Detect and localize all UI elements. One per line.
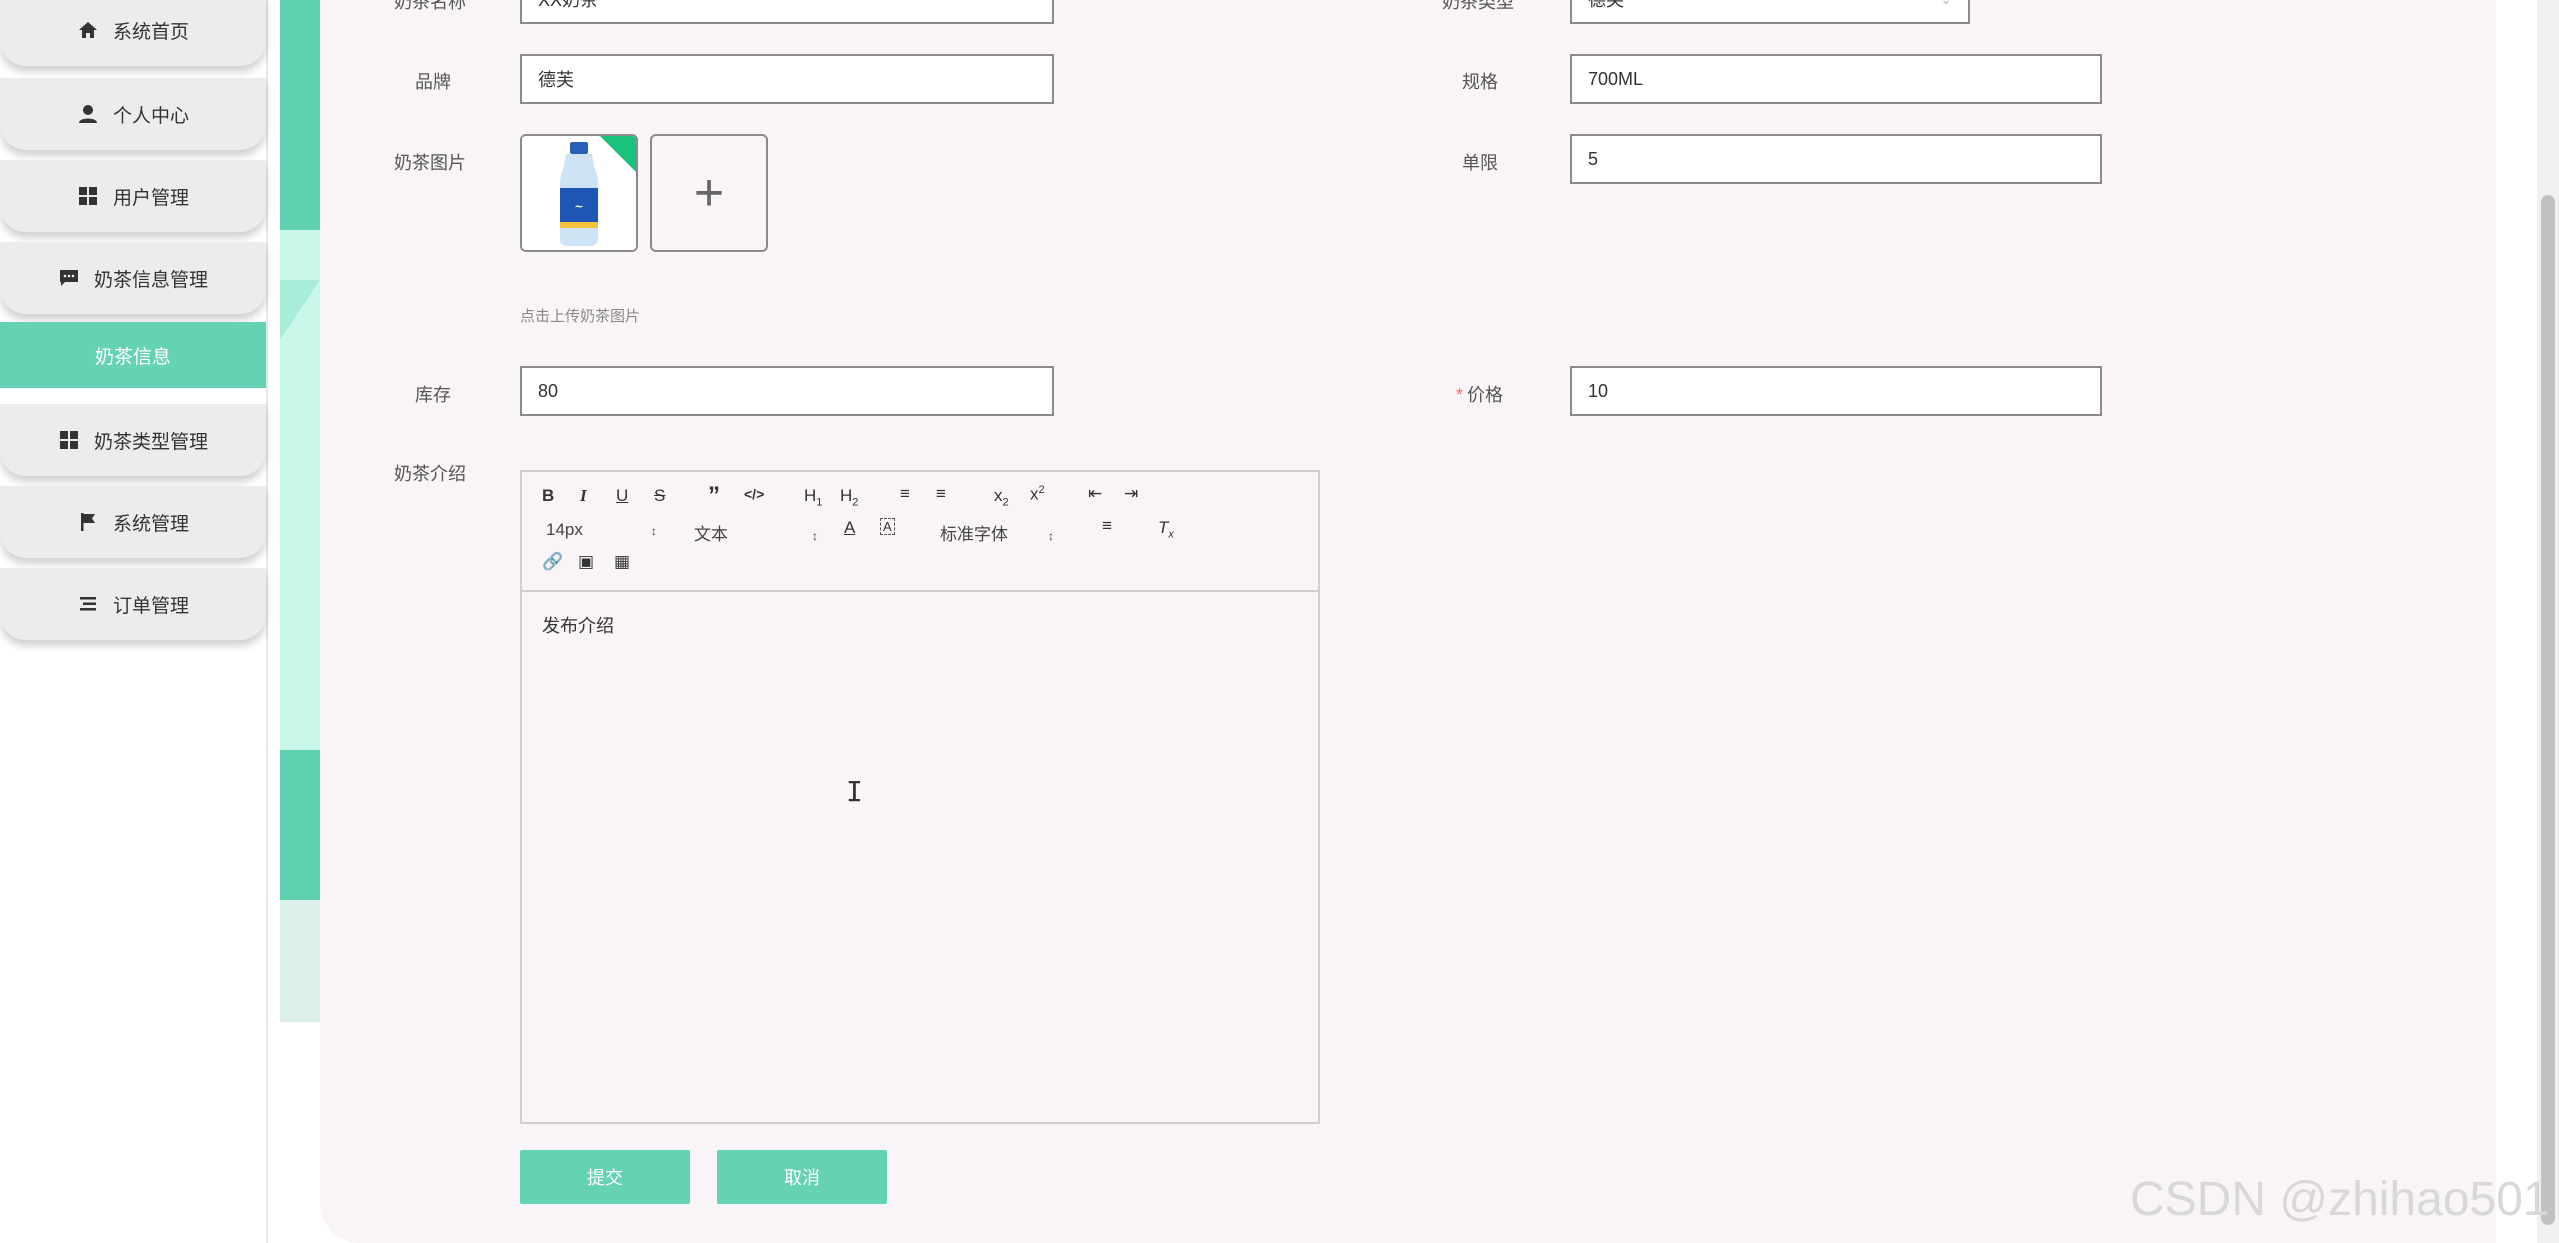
- bullet-list-icon[interactable]: ≡: [936, 484, 946, 504]
- scrollbar-thumb[interactable]: [2541, 195, 2555, 1225]
- sidebar-item-milktea-info[interactable]: 奶茶信息: [0, 322, 266, 388]
- font-family-value: 标准字体: [940, 525, 1008, 544]
- subscript-icon[interactable]: x2: [994, 486, 1009, 508]
- home-icon: [77, 19, 99, 41]
- price-input[interactable]: 10: [1570, 366, 2102, 416]
- type-label: 奶茶类型: [1442, 0, 1514, 12]
- chevron-updown-icon: ↕: [1048, 529, 1054, 543]
- price-label: * 价格: [1456, 381, 1503, 407]
- chevron-down-icon: ⌄: [1940, 0, 1952, 8]
- bold-icon[interactable]: B: [542, 486, 554, 506]
- chevron-updown-icon: ↕: [812, 529, 818, 543]
- name-label: 奶茶名称: [394, 0, 466, 12]
- milktea-image-thumbnail[interactable]: ~: [520, 134, 638, 252]
- text-cursor-icon: I: [846, 775, 863, 808]
- align-icon[interactable]: ≡: [1102, 516, 1112, 536]
- cancel-button[interactable]: 取消: [717, 1150, 887, 1204]
- sidebar-item-milktea-type-manage[interactable]: 奶茶类型管理: [0, 404, 266, 476]
- clean-format-icon[interactable]: Tx: [1158, 518, 1174, 540]
- sidebar-item-milktea-info-manage[interactable]: 奶茶信息管理: [0, 242, 266, 314]
- sidebar-item-label: 系统首页: [112, 21, 189, 43]
- name-input[interactable]: XX奶茶: [520, 0, 1054, 24]
- link-icon[interactable]: 🔗: [542, 552, 563, 572]
- sidebar-item-label: 奶茶类型管理: [93, 431, 208, 453]
- sidebar-item-users[interactable]: 用户管理: [0, 160, 266, 232]
- video-icon[interactable]: ▦: [614, 552, 630, 572]
- sidebar-item-system[interactable]: 系统管理: [0, 486, 266, 558]
- heading2-icon[interactable]: H2: [840, 486, 858, 508]
- sidebar-item-label: 奶茶信息管理: [93, 269, 208, 291]
- scrollbar[interactable]: [2537, 0, 2559, 1243]
- background-color-icon[interactable]: A: [880, 518, 895, 535]
- bottle-image: ~: [522, 136, 636, 250]
- image-label: 奶茶图片: [394, 153, 466, 173]
- editor-content[interactable]: 发布介绍: [542, 612, 614, 638]
- chevron-updown-icon: ↕: [650, 524, 657, 538]
- editor-toolbar: B I U S ” </> H1 H2 ≡ ≡ x2 x2 ⇤ ⇥ 14px ↕ …: [522, 472, 1318, 592]
- superscript-icon[interactable]: x2: [1030, 484, 1045, 505]
- intro-label: 奶茶介绍: [394, 464, 466, 484]
- grid-icon: [77, 185, 99, 207]
- font-family-select[interactable]: 标准字体 ↕: [940, 520, 1054, 545]
- sidebar-item-label: 奶茶信息: [94, 346, 171, 368]
- user-icon: [77, 103, 99, 125]
- ordered-list-icon[interactable]: ≡: [900, 484, 910, 504]
- italic-icon[interactable]: I: [580, 486, 587, 506]
- sidebar-item-label: 用户管理: [112, 187, 189, 209]
- sidebar-item-label: 系统管理: [112, 513, 189, 535]
- limit-input[interactable]: 5: [1570, 134, 2102, 184]
- font-size-value: 14px: [546, 520, 583, 539]
- spec-input[interactable]: 700ML: [1570, 54, 2102, 104]
- chat-icon: [58, 267, 80, 289]
- price-label-text: 价格: [1467, 385, 1504, 405]
- heading1-icon[interactable]: H1: [804, 486, 822, 508]
- type-select[interactable]: 德芙 ⌄: [1570, 0, 1970, 24]
- indent-icon[interactable]: ⇥: [1124, 484, 1138, 504]
- stock-input[interactable]: 80: [520, 366, 1054, 416]
- sidebar-item-home[interactable]: 系统首页: [0, 0, 266, 66]
- decorative-band: [280, 0, 320, 1022]
- sidebar-item-profile[interactable]: 个人中心: [0, 78, 266, 150]
- upload-image-button[interactable]: +: [650, 134, 768, 252]
- sidebar: 系统首页 个人中心 用户管理 奶茶信息管理 奶茶信息 奶茶类型管理 系统管理 订…: [0, 0, 268, 1243]
- rich-text-editor: B I U S ” </> H1 H2 ≡ ≡ x2 x2 ⇤ ⇥ 14px ↕ …: [520, 470, 1320, 1124]
- spec-label: 规格: [1462, 72, 1498, 92]
- limit-label: 单限: [1462, 153, 1498, 173]
- outdent-icon[interactable]: ⇤: [1088, 484, 1102, 504]
- submit-button[interactable]: 提交: [520, 1150, 690, 1204]
- sidebar-item-label: 个人中心: [112, 105, 189, 127]
- brand-label: 品牌: [415, 72, 451, 92]
- strike-icon[interactable]: S: [654, 486, 665, 506]
- font-size-select[interactable]: 14px ↕: [546, 520, 657, 540]
- plus-icon: +: [693, 164, 725, 222]
- sidebar-item-label: 订单管理: [112, 595, 189, 617]
- watermark: CSDN @zhihao501: [2130, 1173, 2550, 1226]
- text-type-value: 文本: [694, 525, 728, 544]
- flag-icon: [77, 511, 99, 533]
- image-icon[interactable]: ▣: [578, 552, 594, 572]
- grid-icon: [58, 429, 80, 451]
- type-select-value: 德芙: [1588, 0, 1624, 10]
- sidebar-item-orders[interactable]: 订单管理: [0, 568, 266, 640]
- text-type-select[interactable]: 文本 ↕: [694, 520, 818, 545]
- blockquote-icon[interactable]: ”: [708, 482, 720, 510]
- code-icon[interactable]: </>: [744, 486, 764, 502]
- brand-input[interactable]: 德芙: [520, 54, 1054, 104]
- required-asterisk: *: [1456, 385, 1464, 405]
- stock-label: 库存: [415, 385, 451, 405]
- text-color-icon[interactable]: A: [844, 518, 855, 538]
- underline-icon[interactable]: U: [616, 486, 628, 506]
- list-icon: [77, 593, 99, 615]
- image-hint: 点击上传奶茶图片: [520, 308, 641, 325]
- svg-text:~: ~: [574, 200, 583, 213]
